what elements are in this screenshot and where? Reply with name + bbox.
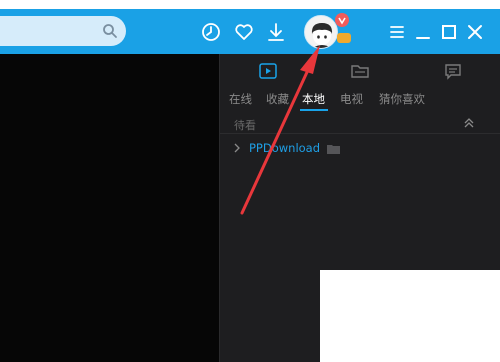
- title-bar: [0, 9, 500, 54]
- watch-later-section-header[interactable]: 待看: [220, 114, 500, 134]
- menu-icon[interactable]: [386, 21, 408, 43]
- user-avatar-icon: [311, 23, 333, 48]
- video-list-icon[interactable]: [258, 62, 278, 80]
- close-icon[interactable]: [464, 21, 486, 43]
- folder-name[interactable]: PPDownload: [249, 141, 320, 155]
- download-icon[interactable]: [265, 21, 287, 43]
- tab-favorites[interactable]: 收藏: [266, 92, 289, 106]
- tab-recommendations[interactable]: 猜你喜欢: [379, 92, 425, 106]
- panel-icon-bar: [220, 54, 500, 88]
- avatar[interactable]: [304, 15, 338, 49]
- chat-icon[interactable]: [443, 62, 463, 80]
- collapse-icon[interactable]: [463, 117, 475, 129]
- tab-tv[interactable]: 电视: [340, 92, 363, 106]
- folder-small-icon: [327, 145, 340, 154]
- coin-badge-icon[interactable]: [337, 33, 351, 43]
- window-top-edge: [0, 0, 500, 9]
- active-tab-indicator: [300, 109, 328, 111]
- vip-badge-icon[interactable]: [335, 13, 349, 27]
- video-player-area[interactable]: [0, 54, 219, 362]
- maximize-icon[interactable]: [438, 21, 460, 43]
- folder-list-item[interactable]: PPDownload: [220, 140, 500, 158]
- white-overlay-area: [320, 270, 500, 362]
- heart-icon[interactable]: [233, 21, 255, 43]
- chevron-right-icon[interactable]: [233, 143, 241, 153]
- search-box[interactable]: [0, 16, 126, 46]
- section-label: 待看: [234, 119, 256, 132]
- minimize-icon[interactable]: [412, 21, 434, 43]
- tab-bar: 在线 收藏 本地 电视 猜你喜欢: [220, 90, 500, 111]
- tab-online[interactable]: 在线: [229, 92, 252, 106]
- history-icon[interactable]: [200, 21, 222, 43]
- search-icon[interactable]: [102, 23, 118, 39]
- tab-local[interactable]: 本地: [302, 92, 325, 106]
- folder-icon[interactable]: [350, 62, 370, 80]
